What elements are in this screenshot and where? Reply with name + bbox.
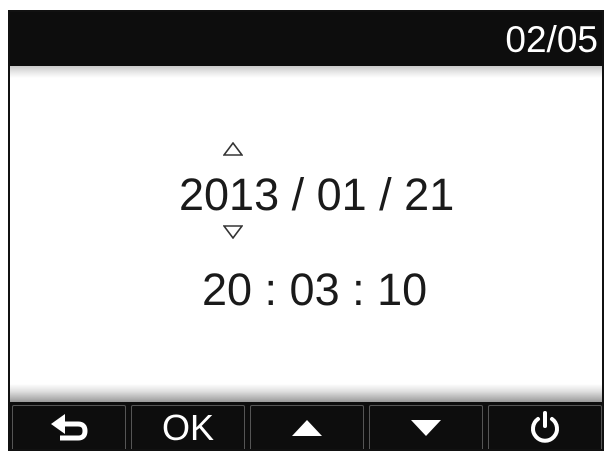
triangle-up-icon bbox=[292, 420, 322, 436]
button-bar: OK bbox=[10, 402, 602, 449]
header-gradient bbox=[10, 66, 602, 78]
ok-label: OK bbox=[161, 407, 214, 448]
ok-button[interactable]: OK bbox=[131, 405, 245, 449]
up-button[interactable] bbox=[250, 405, 364, 449]
datetime-editor: 2013 / 01 / 21 20 : 03 : 10 bbox=[10, 78, 602, 388]
back-arrow-icon bbox=[51, 414, 88, 441]
power-button[interactable] bbox=[488, 405, 602, 449]
header-bar: 02/05 bbox=[10, 12, 602, 66]
date-value[interactable]: 2013 / 01 / 21 bbox=[179, 170, 459, 220]
page-indicator: 02/05 bbox=[505, 19, 598, 60]
triangle-down-icon bbox=[411, 420, 441, 436]
increase-arrow-icon[interactable] bbox=[223, 142, 243, 156]
back-button[interactable] bbox=[12, 405, 126, 449]
footer-gradient bbox=[10, 384, 602, 402]
power-icon bbox=[531, 411, 559, 443]
decrease-arrow-icon[interactable] bbox=[223, 225, 243, 239]
settings-screen: 02/05 2013 / 01 / 21 20 : 03 : 10 OK bbox=[8, 10, 604, 451]
down-button[interactable] bbox=[369, 405, 483, 449]
time-value[interactable]: 20 : 03 : 10 bbox=[202, 265, 462, 315]
